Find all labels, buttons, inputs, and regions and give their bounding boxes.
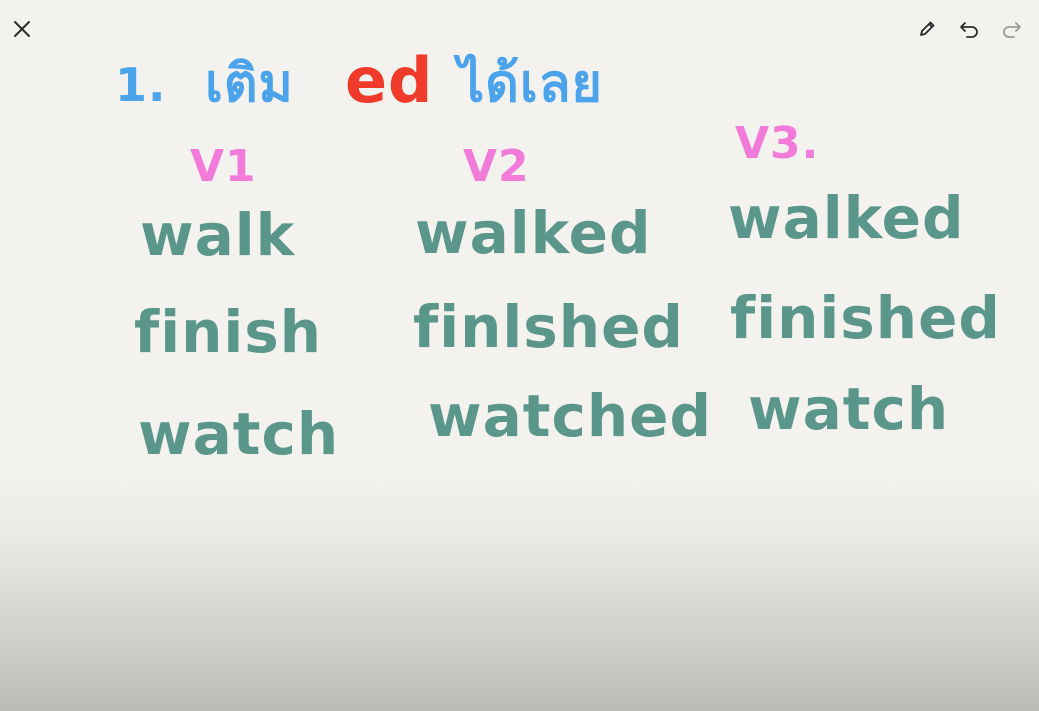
column-header-v1: V1 — [190, 141, 257, 192]
verb-finish-v1: finish — [134, 298, 323, 366]
verb-finish-v3: finished — [730, 284, 1001, 352]
verb-watch-v3: watch — [748, 375, 950, 443]
undo-button[interactable] — [953, 13, 985, 45]
verb-walk-v1: walk — [140, 201, 296, 269]
redo-icon — [1003, 22, 1021, 38]
verb-walk-v3: walked — [728, 184, 965, 252]
title-number: 1. — [115, 58, 167, 112]
title-thai-add: เติม — [205, 54, 294, 114]
verb-walk-v2: walked — [415, 199, 652, 267]
redo-button[interactable] — [996, 13, 1028, 45]
verb-finish-v2: finlshed — [413, 293, 684, 361]
pencil-icon — [920, 21, 935, 36]
undo-icon — [960, 22, 978, 38]
title-thai-ok: ได้เลย — [458, 54, 604, 114]
verb-watch-v1: watch — [138, 400, 340, 468]
verb-watch-v2: watched — [428, 382, 712, 450]
column-header-v3: V3. — [735, 118, 820, 169]
title-ed: ed — [345, 44, 434, 117]
close-button[interactable] — [6, 13, 38, 45]
pen-tool-button[interactable] — [911, 13, 943, 45]
close-icon — [14, 21, 30, 37]
column-header-v2: V2 — [463, 141, 530, 192]
